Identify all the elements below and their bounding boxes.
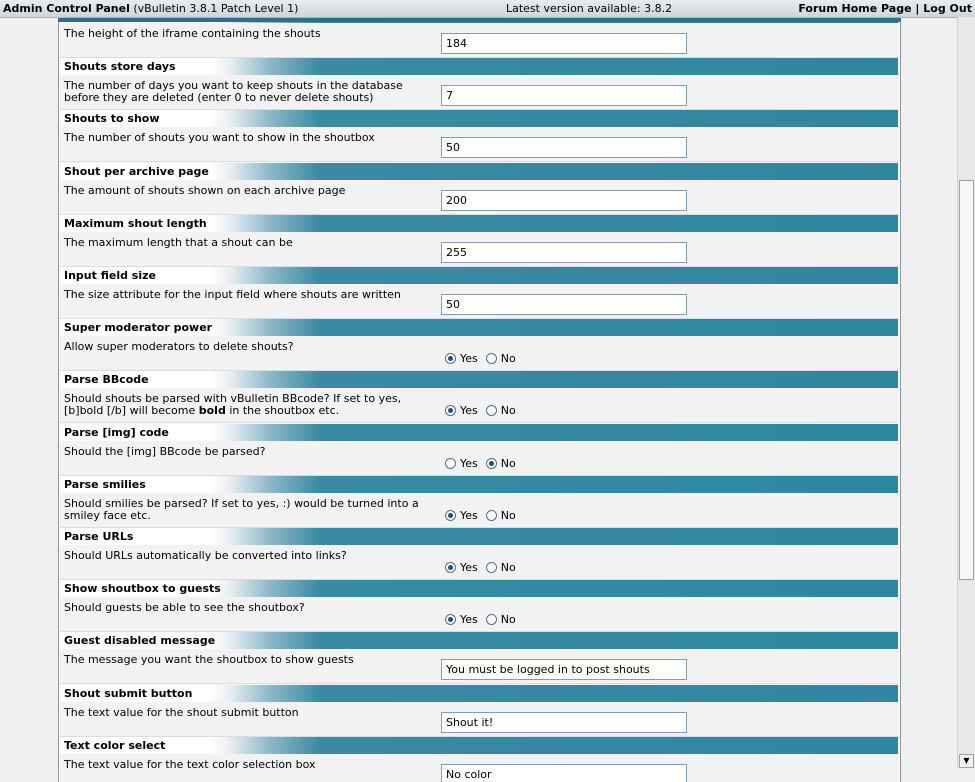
setting-description: Should the [img] BBcode be parsed? <box>64 445 266 458</box>
top-bar: Admin Control Panel (vBulletin 3.8.1 Pat… <box>0 0 975 18</box>
setting-title: Parse BBcode <box>60 371 898 388</box>
yes-no-group: Yes No <box>445 352 524 365</box>
radio-label-no[interactable]: No <box>501 352 516 365</box>
setting-description: The amount of shouts shown on each archi… <box>64 184 346 197</box>
setting-title: Super moderator power <box>60 319 898 336</box>
setting-row: Should the [img] BBcode be parsed? Yes No <box>60 441 898 476</box>
setting-input[interactable]: You must be logged in to post shouts <box>441 659 687 680</box>
radio-no[interactable] <box>485 458 497 469</box>
setting-row: The message you want the shoutbox to sho… <box>60 649 898 684</box>
setting-row: Allow super moderators to delete shouts?… <box>60 336 898 371</box>
radio-yes[interactable] <box>445 405 456 416</box>
radio-yes[interactable] <box>445 614 456 625</box>
radio-yes[interactable] <box>445 562 456 573</box>
radio-label-yes[interactable]: Yes <box>460 509 478 522</box>
yes-no-group: Yes No <box>445 613 524 626</box>
setting-description: Should shouts be parsed with vBulletin B… <box>64 393 436 417</box>
radio-yes[interactable] <box>445 510 456 521</box>
setting-description: Allow super moderators to delete shouts? <box>64 340 294 353</box>
radio-no[interactable] <box>485 510 497 521</box>
radio-no[interactable] <box>485 614 497 625</box>
setting-description: The maximum length that a shout can be <box>64 236 293 249</box>
setting-input[interactable]: Shout it! <box>441 712 687 733</box>
scrollbar[interactable]: ▼ <box>957 17 975 768</box>
setting-title: Show shoutbox to guests <box>60 580 898 597</box>
setting-row: Should URLs automatically be converted i… <box>60 545 898 580</box>
setting-input[interactable]: 50 <box>441 137 687 158</box>
radio-no[interactable] <box>485 405 497 416</box>
radio-label-no[interactable]: No <box>501 613 516 626</box>
setting-title: Text color select <box>60 737 898 754</box>
forum-home-link[interactable]: Forum Home Page <box>798 2 911 15</box>
description-text: in the shoutbox etc. <box>225 404 340 417</box>
scroll-down-arrow-icon[interactable]: ▼ <box>959 754 974 768</box>
setting-row: The height of the iframe containing the … <box>60 23 898 58</box>
panel-title: Admin Control Panel (vBulletin 3.8.1 Pat… <box>3 2 299 15</box>
link-separator: | <box>915 2 920 15</box>
yes-no-group: Yes No <box>445 561 524 574</box>
setting-title: Shouts store days <box>60 58 898 75</box>
logout-link[interactable]: Log Out <box>923 2 972 15</box>
setting-row: The maximum length that a shout can be 25… <box>60 232 898 267</box>
radio-yes[interactable] <box>445 458 456 469</box>
yes-no-group: Yes No <box>445 404 524 417</box>
setting-row: The text value for the shout submit butt… <box>60 702 898 737</box>
setting-description: Should guests be able to see the shoutbo… <box>64 601 305 614</box>
setting-input[interactable]: 50 <box>441 294 687 315</box>
setting-input[interactable]: 184 <box>441 33 687 54</box>
setting-row: The size attribute for the input field w… <box>60 284 898 319</box>
setting-description: The height of the iframe containing the … <box>64 27 321 40</box>
setting-title: Shout per archive page <box>60 163 898 180</box>
setting-title: Guest disabled message <box>60 632 898 649</box>
radio-label-yes[interactable]: Yes <box>460 613 478 626</box>
setting-description: The number of days you want to keep shou… <box>64 79 403 104</box>
setting-title: Maximum shout length <box>60 215 898 232</box>
setting-description: The text value for the shout submit butt… <box>64 706 299 719</box>
setting-row: Should shouts be parsed with vBulletin B… <box>60 388 898 423</box>
radio-label-yes[interactable]: Yes <box>460 404 478 417</box>
radio-label-yes[interactable]: Yes <box>460 561 478 574</box>
latest-version-text: Latest version available: 3.8.2 <box>506 2 673 15</box>
setting-input[interactable]: 7 <box>441 85 687 106</box>
setting-title: Input field size <box>60 267 898 284</box>
setting-row: The text value for the text color select… <box>60 754 898 782</box>
yes-no-group: Yes No <box>445 509 524 522</box>
setting-title: Parse [img] code <box>60 424 898 441</box>
radio-no[interactable] <box>485 353 497 364</box>
radio-label-no[interactable]: No <box>501 457 516 470</box>
radio-label-yes[interactable]: Yes <box>460 457 478 470</box>
setting-row: The number of shouts you want to show in… <box>60 127 898 162</box>
yes-no-group: Yes No <box>445 457 524 470</box>
setting-description: The number of shouts you want to show in… <box>64 131 375 144</box>
setting-title: Parse smilies <box>60 476 898 493</box>
radio-label-yes[interactable]: Yes <box>460 352 478 365</box>
scrollbar-thumb[interactable] <box>959 180 974 580</box>
bold-example: bold <box>198 404 226 417</box>
setting-input[interactable]: No color <box>441 764 687 782</box>
setting-description: Should smilies be parsed? If set to yes,… <box>64 497 419 522</box>
setting-title: Shout submit button <box>60 685 898 702</box>
setting-title: Shouts to show <box>60 110 898 127</box>
setting-input[interactable]: 255 <box>441 242 687 263</box>
setting-description: The size attribute for the input field w… <box>64 288 401 301</box>
setting-row: Should smilies be parsed? If set to yes,… <box>60 493 898 528</box>
setting-row: The number of days you want to keep shou… <box>60 75 898 110</box>
setting-title: Parse URLs <box>60 528 898 545</box>
radio-label-no[interactable]: No <box>501 561 516 574</box>
radio-label-no[interactable]: No <box>501 509 516 522</box>
setting-description: The text value for the text color select… <box>64 758 316 771</box>
setting-input[interactable]: 200 <box>441 190 687 211</box>
top-links: Forum Home Page | Log Out <box>798 2 972 15</box>
setting-row: The amount of shouts shown on each archi… <box>60 180 898 215</box>
radio-label-no[interactable]: No <box>501 404 516 417</box>
setting-description: The message you want the shoutbox to sho… <box>64 653 354 666</box>
settings-frame: The height of the iframe containing the … <box>58 22 901 782</box>
setting-row: Should guests be able to see the shoutbo… <box>60 597 898 632</box>
radio-yes[interactable] <box>445 353 456 364</box>
radio-no[interactable] <box>485 562 497 573</box>
setting-description: Should URLs automatically be converted i… <box>64 549 347 562</box>
